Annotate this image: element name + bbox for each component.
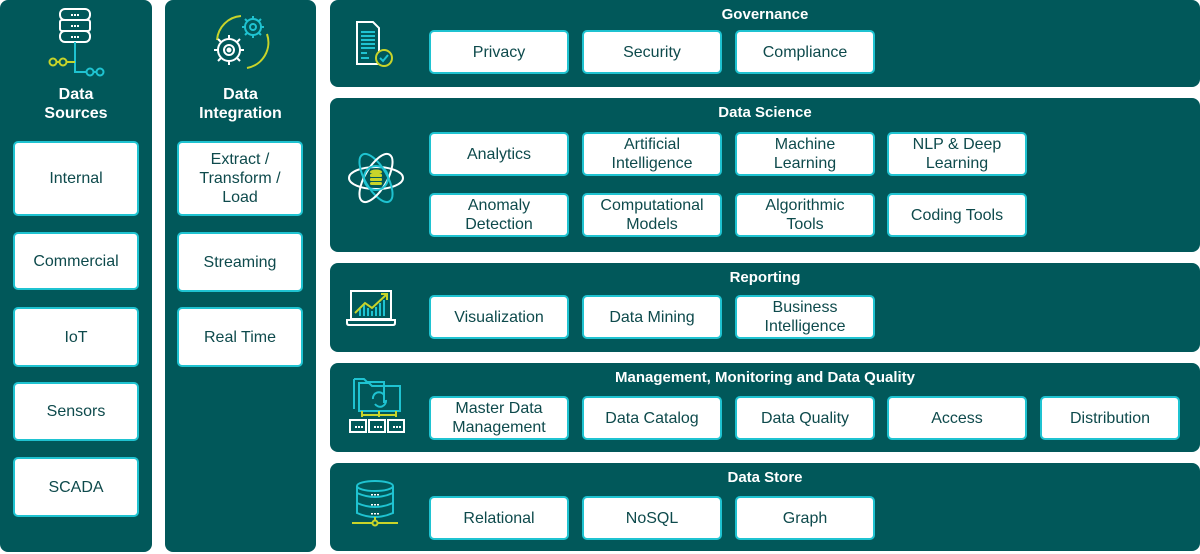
source-sensors[interactable]: Sensors xyxy=(13,382,139,441)
management-panel: Management, Monitoring and Data Quality … xyxy=(330,363,1200,452)
rep-visualization[interactable]: Visualization xyxy=(429,295,569,339)
ds-machine-learning[interactable]: Machine Learning xyxy=(735,132,875,176)
box-label: Streaming xyxy=(203,253,277,271)
box-label: Relational xyxy=(463,509,535,527)
box-label: Visualization xyxy=(454,308,544,326)
box-label: Data Catalog xyxy=(605,409,699,427)
source-iot[interactable]: IoT xyxy=(13,307,139,367)
data-science-panel: Data Science Analytics Artificial Intell… xyxy=(330,98,1200,252)
box-label: Algorithmic Tools xyxy=(765,197,845,233)
database-stack-icon xyxy=(352,480,398,527)
box-label: Machine Learning xyxy=(773,136,837,172)
box-label: Computational Models xyxy=(600,197,704,233)
box-label: Analytics xyxy=(466,145,532,163)
box-label: Data Mining xyxy=(609,308,695,326)
box-label: Graph xyxy=(782,509,828,527)
box-label: Commercial xyxy=(33,252,119,270)
rep-data-mining[interactable]: Data Mining xyxy=(582,295,722,339)
governance-privacy[interactable]: Privacy xyxy=(429,30,569,74)
document-check-icon xyxy=(356,21,393,67)
box-label: NLP & Deep Learning xyxy=(912,136,1002,172)
mgmt-access[interactable]: Access xyxy=(887,396,1027,440)
database-network-icon xyxy=(48,8,105,77)
mgmt-data-quality[interactable]: Data Quality xyxy=(735,396,875,440)
gears-icon xyxy=(214,15,270,69)
laptop-chart-icon xyxy=(346,290,396,326)
store-relational[interactable]: Relational xyxy=(429,496,569,540)
data-sources-title: Data Sources xyxy=(0,85,152,123)
data-sources-panel: Data Sources Internal Commercial IoT Sen… xyxy=(0,0,152,552)
data-store-panel: Data Store Relational NoSQL Graph xyxy=(330,463,1200,551)
box-label: Artificial Intelligence xyxy=(611,136,693,172)
mgmt-data-catalog[interactable]: Data Catalog xyxy=(582,396,722,440)
data-integration-title: Data Integration xyxy=(165,85,316,123)
box-label: Sensors xyxy=(46,403,106,420)
box-label: Privacy xyxy=(472,43,526,61)
ds-coding-tools[interactable]: Coding Tools xyxy=(887,193,1027,237)
box-label: Compliance xyxy=(762,43,848,61)
management-title: Management, Monitoring and Data Quality xyxy=(614,369,916,386)
box-label: Real Time xyxy=(203,328,277,346)
data-store-title: Data Store xyxy=(727,469,803,486)
box-label: IoT xyxy=(64,328,88,346)
box-label: Distribution xyxy=(1069,409,1151,427)
box-label: Data Quality xyxy=(760,409,850,427)
governance-title: Governance xyxy=(721,6,809,23)
box-label: Coding Tools xyxy=(910,206,1004,224)
ds-analytics[interactable]: Analytics xyxy=(429,132,569,176)
ds-artificial-intelligence[interactable]: Artificial Intelligence xyxy=(582,132,722,176)
ds-nlp-deep-learning[interactable]: NLP & Deep Learning xyxy=(887,132,1027,176)
integration-etl[interactable]: Extract / Transform / Load xyxy=(177,141,303,216)
mgmt-master-data[interactable]: Master Data Management xyxy=(429,396,569,440)
ds-anomaly-detection[interactable]: Anomaly Detection xyxy=(429,193,569,237)
folder-sync-icon xyxy=(349,378,405,433)
box-label: Security xyxy=(623,43,681,61)
box-label: NoSQL xyxy=(625,509,679,527)
ds-computational-models[interactable]: Computational Models xyxy=(582,193,722,237)
store-graph[interactable]: Graph xyxy=(735,496,875,540)
title-line: Data xyxy=(223,86,258,103)
governance-panel: Governance Privacy Security Compliance xyxy=(330,0,1200,87)
data-science-title: Data Science xyxy=(718,104,812,121)
box-label: Business Intelligence xyxy=(764,299,846,335)
box-label: Master Data Management xyxy=(452,400,546,436)
ds-algorithmic-tools[interactable]: Algorithmic Tools xyxy=(735,193,875,237)
atom-database-icon xyxy=(348,152,404,204)
box-label: Internal xyxy=(49,170,103,187)
mgmt-distribution[interactable]: Distribution xyxy=(1040,396,1180,440)
box-label: SCADA xyxy=(48,478,104,496)
governance-security[interactable]: Security xyxy=(582,30,722,74)
title-line: Sources xyxy=(44,105,108,122)
store-nosql[interactable]: NoSQL xyxy=(582,496,722,540)
box-label: Access xyxy=(931,409,983,427)
source-scada[interactable]: SCADA xyxy=(13,457,139,517)
data-integration-panel: Data Integration Extract / Transform / L… xyxy=(165,0,316,552)
source-internal[interactable]: Internal xyxy=(13,141,139,216)
source-commercial[interactable]: Commercial xyxy=(13,232,139,290)
title-line: Integration xyxy=(199,105,282,122)
integration-real-time[interactable]: Real Time xyxy=(177,307,303,367)
governance-compliance[interactable]: Compliance xyxy=(735,30,875,74)
box-label: Anomaly Detection xyxy=(465,197,533,233)
reporting-panel: Reporting Visualization Data Mining Busi… xyxy=(330,263,1200,352)
title-line: Data xyxy=(58,86,94,103)
rep-business-intelligence[interactable]: Business Intelligence xyxy=(735,295,875,339)
integration-streaming[interactable]: Streaming xyxy=(177,232,303,292)
box-label: Extract / Transform / Load xyxy=(199,151,281,206)
reporting-title: Reporting xyxy=(729,269,801,286)
